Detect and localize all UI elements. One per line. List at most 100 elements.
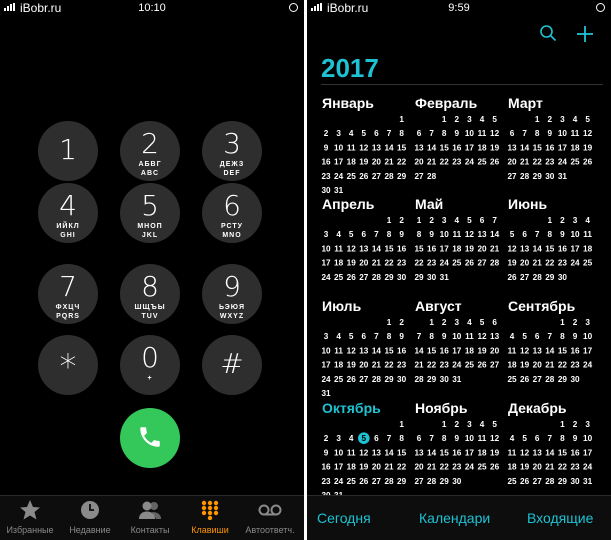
day-number: 21 [414,361,424,370]
key-7[interactable]: 7 ФХЦЧ PQRS [38,264,98,324]
day-number: 20 [490,346,500,355]
day-number: 14 [427,448,437,457]
month-3[interactable]: Март 1 2 3 4 5 6 7 8 9 10 11 12 13 14 15 16 17 18 19 20 21 22 2… [507,95,595,195]
month-5[interactable]: Май 1 2 3 4 5 6 7 8 9 10 11 12 13 14 15 16 17 18 19 20 21 22 23… [414,196,502,296]
day-number: 10 [440,230,450,239]
month-6[interactable]: Июнь 1 2 3 4 5 6 7 8 9 10 11 12 13 14 15 16 17 18 19 20 21 22 2… [507,196,595,296]
month-8[interactable]: Август 1 2 3 4 5 6 7 8 9 10 11 12 13 14 15 16 17 18 19 20 21 2… [414,298,502,398]
day-number: 15 [558,346,568,355]
day-number: 4 [336,332,341,341]
day-number: 5 [362,129,367,138]
key-1[interactable]: 1 [38,121,98,181]
key-digit: 9 [223,270,241,303]
key-0[interactable]: 0 + [120,335,180,395]
day-number: 27 [372,172,382,181]
day-number: 28 [545,375,555,384]
day-number: 24 [570,259,580,268]
key-8[interactable]: 8 ШЩЪЫ TUV [120,264,180,324]
day-number: 1 [560,318,565,327]
key-star[interactable]: * [38,335,98,395]
inbox-button[interactable]: Входящие [527,510,593,526]
day-number: 19 [583,143,593,152]
day-number: 26 [520,375,530,384]
day-number: 23 [397,361,407,370]
tab-keypad[interactable]: Клавиши [180,496,240,540]
key-letters-latin: DEF [223,170,241,177]
key-4[interactable]: 4 ИЙКЛ GHI [38,183,98,243]
tab-favorites[interactable]: Избранные [0,496,60,540]
day-number: 2 [560,216,565,225]
key-9[interactable]: 9 ЬЭЮЯ WXYZ [202,264,262,324]
key-3[interactable]: 3 ДЕЖЗ DEF [202,121,262,181]
day-number: 7 [492,216,497,225]
key-6[interactable]: 6 РСТУ MNO [202,183,262,243]
day-number: 3 [324,230,329,239]
day-number: 30 [440,375,450,384]
day-number: 14 [545,346,555,355]
day-number: 11 [571,129,580,138]
alarm-icon [289,3,298,12]
month-10[interactable]: Октябрь 1 2 3 4 5 6 7 8 9 10 11 12 13 14 15 16 17 18 19 20 21… [321,400,409,500]
day-number: 11 [583,230,592,239]
day-number: 8 [387,332,392,341]
key-5[interactable]: 5 МНОП JKL [120,183,180,243]
day-number: 6 [374,434,379,443]
day-number: 23 [397,259,407,268]
month-11[interactable]: Ноябрь 1 2 3 4 5 6 7 8 9 10 11 12 13 14 15 16 17 18 19 20 21 2… [414,400,502,500]
tab-contacts[interactable]: Контакты [120,496,180,540]
day-number: 12 [347,244,357,253]
day-number: 29 [397,172,407,181]
day-number: 18 [452,244,462,253]
key-hash[interactable]: # [202,335,262,395]
day-number: 3 [573,216,578,225]
day-number: 30 [570,375,580,384]
day-number: 3 [455,318,460,327]
day-number: 6 [374,129,379,138]
key-2[interactable]: 2 АБВГ ABC [120,121,180,181]
add-icon[interactable] [575,24,595,44]
day-number: 18 [477,448,487,457]
month-days-grid: 1234567891011121314151617181920212223242… [414,318,500,384]
day-number: 25 [477,158,487,167]
month-7[interactable]: Июль 1 2 3 4 5 6 7 8 9 10 11 12 13 14 15 16 17 18 19 20 21 22 2… [321,298,409,398]
day-number: 21 [490,244,500,253]
month-9[interactable]: Сентябрь 1 2 3 4 5 6 7 8 9 10 11 12 13 14 15 16 17 18 19 20 2… [507,298,595,398]
day-number: 10 [558,129,568,138]
key-letters-cyrillic: РСТУ [220,223,243,230]
day-number: 9 [560,230,565,239]
day-number: 23 [570,463,580,472]
day-number: 21 [427,158,437,167]
tab-voicemail[interactable]: Автоответч. [240,496,300,540]
month-1[interactable]: Январь 1 2 3 4 5 6 7 8 9 10 11 12 13 14 15 16 17 18 19 20 21 2… [321,95,409,195]
day-number: 28 [414,375,424,384]
day-number: 26 [507,273,517,282]
day-number: 16 [321,463,331,472]
month-12[interactable]: Декабрь 1 2 3 4 5 6 7 8 9 10 11 12 13 14 15 16 17 18 19 20 21… [507,400,595,500]
key-digit: # [220,347,244,380]
month-4[interactable]: Апрель 1 2 3 4 5 6 7 8 9 10 11 12 13 14 15 16 17 18 19 20 21 2… [321,196,409,296]
day-number: 29 [440,477,450,486]
day-number: 24 [334,172,344,181]
tab-recents[interactable]: Недавние [60,496,120,540]
day-number: 27 [359,375,369,384]
day-number: 23 [452,463,462,472]
divider [321,84,603,85]
day-number: 13 [359,346,369,355]
day-number: 16 [452,448,462,457]
day-number: 1 [399,115,404,124]
call-button[interactable] [120,408,180,468]
day-number: 10 [334,143,344,152]
day-number: 16 [570,448,580,457]
day-number: 11 [508,346,517,355]
day-number: 11 [347,448,356,457]
day-number: 22 [384,361,394,370]
day-number: 31 [321,389,331,398]
calendars-button[interactable]: Календари [419,510,490,526]
search-icon[interactable] [539,24,557,42]
today-button[interactable]: Сегодня [317,510,371,526]
day-number: 23 [321,477,331,486]
month-2[interactable]: Февраль 1 2 3 4 5 6 7 8 9 10 11 12 13 14 15 16 17 18 19 20 21… [414,95,502,195]
day-number: 1 [399,420,404,429]
day-number: 6 [362,230,367,239]
day-number: 24 [321,273,331,282]
